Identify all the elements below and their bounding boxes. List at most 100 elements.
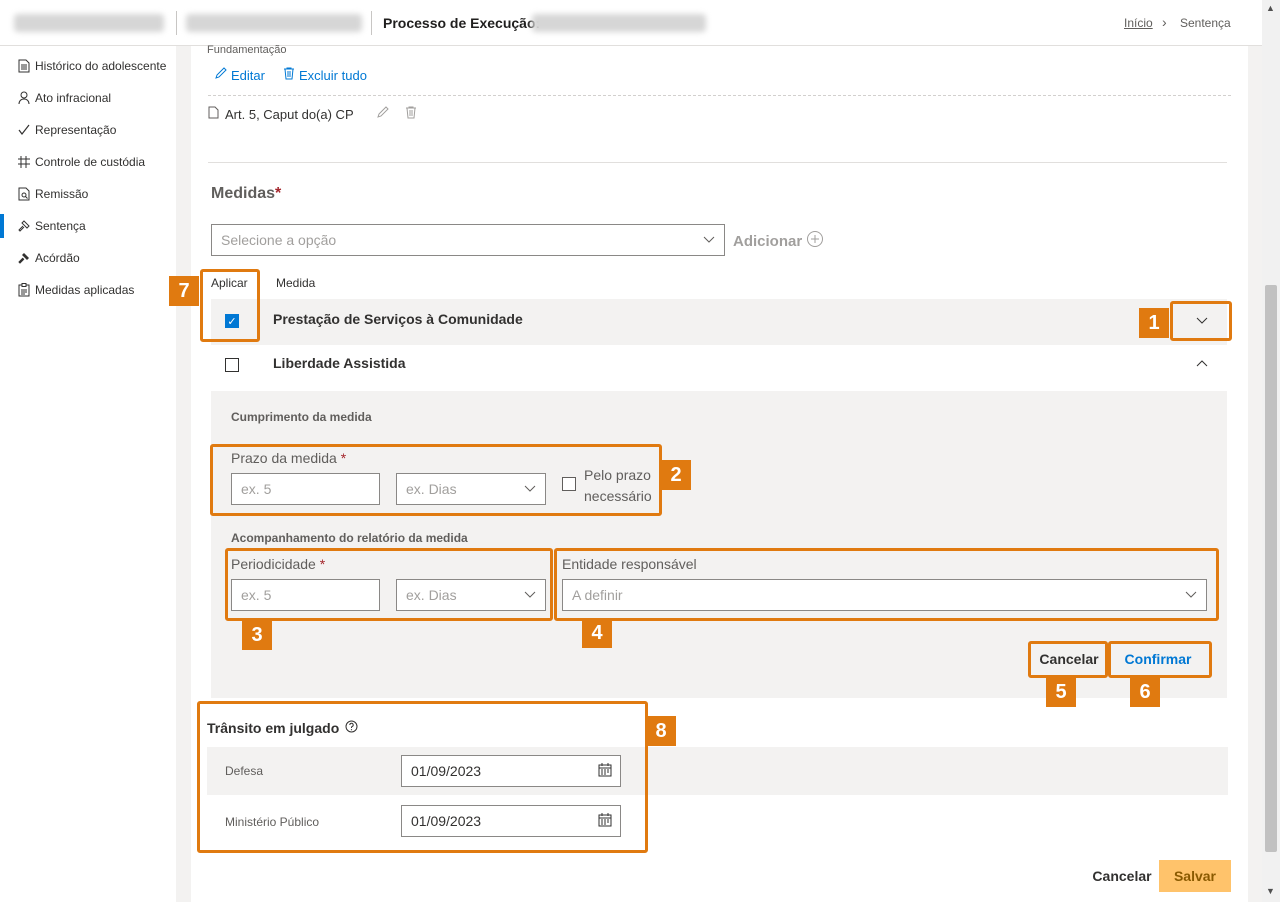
sidebar-item-label: Histórico do adolescente (35, 59, 167, 73)
sidebar-item-remissao[interactable]: Remissão (0, 178, 176, 210)
prazo-unit-select[interactable]: ex. Dias (396, 473, 546, 505)
collapse-chevron-up-icon[interactable] (1195, 357, 1209, 374)
prazo-placeholder: ex. 5 (241, 481, 272, 497)
expand-chevron-down-icon[interactable] (1195, 313, 1209, 330)
measure-row: ✓ Prestação de Serviços à Comunidade (211, 299, 1227, 345)
scroll-up-arrow-icon[interactable]: ▲ (1266, 3, 1275, 13)
measure-row-header: Liberdade Assistida (211, 345, 1227, 391)
chevron-down-icon (523, 481, 537, 498)
scrollbar[interactable]: ▲ ▼ (1262, 0, 1280, 902)
callout-badge-8: 8 (646, 716, 676, 746)
entidade-select[interactable]: A definir (562, 579, 1207, 611)
callout-badge-4: 4 (582, 618, 612, 648)
scroll-down-arrow-icon[interactable]: ▼ (1266, 886, 1275, 896)
ministerio-publico-label: Ministério Público (225, 815, 320, 829)
save-button[interactable]: Salvar (1159, 860, 1231, 892)
periodicidade-placeholder: ex. 5 (241, 587, 272, 603)
gavel-filled-icon (17, 252, 31, 265)
prazo-input[interactable]: ex. 5 (231, 473, 380, 505)
defesa-date-input[interactable]: 01/09/2023 (401, 755, 621, 787)
breadcrumb-home-link[interactable]: Início (1124, 16, 1153, 30)
sidebar-item-label: Medidas aplicadas (35, 283, 135, 297)
blurred-id (186, 14, 362, 32)
person-icon (17, 91, 31, 105)
entidade-label: Entidade responsável (562, 556, 697, 572)
blurred-name (14, 14, 164, 32)
chevron-down-icon (523, 587, 537, 604)
periodicidade-input[interactable]: ex. 5 (231, 579, 380, 611)
periodicidade-unit-select[interactable]: ex. Dias (396, 579, 546, 611)
measure-label: Liberdade Assistida (273, 355, 406, 371)
sidebar-item-controle-custodia[interactable]: Controle de custódia (0, 146, 176, 178)
check-icon (17, 124, 31, 136)
breadcrumb-current: Sentença (1180, 16, 1231, 30)
delete-all-label: Excluir tudo (299, 67, 367, 83)
medidas-select-placeholder: Selecione a opção (221, 232, 337, 248)
entidade-placeholder: A definir (572, 587, 623, 603)
pelo-prazo-checkbox[interactable] (562, 477, 576, 491)
sidebar-item-label: Ato infracional (35, 91, 112, 105)
sidebar-item-ato-infracional[interactable]: Ato infracional (0, 82, 176, 114)
help-icon[interactable] (345, 720, 358, 736)
cancel-measure-button[interactable]: Cancelar (1031, 644, 1107, 674)
delete-all-link[interactable]: Excluir tudo (283, 67, 367, 83)
callout-badge-2: 2 (661, 460, 691, 490)
sidebar-item-label: Controle de custódia (35, 155, 146, 169)
blurred-process-number (532, 14, 706, 32)
divider (208, 95, 1231, 96)
column-header-measure: Medida (276, 276, 316, 290)
scrollbar-thumb[interactable] (1265, 285, 1277, 852)
measure-row-expanded: Liberdade Assistida Cumprimento da medid… (211, 345, 1227, 698)
calendar-icon[interactable] (598, 763, 612, 780)
callout-badge-1: 1 (1139, 308, 1169, 338)
chevron-down-icon (702, 232, 716, 249)
sidebar-item-label: Remissão (35, 187, 89, 201)
sidebar-item-label: Acórdão (35, 251, 80, 265)
cancel-button[interactable]: Cancelar (1089, 860, 1155, 892)
chevron-down-icon (1184, 587, 1198, 604)
sidebar-item-sentenca[interactable]: Sentença (0, 210, 176, 242)
periodicidade-label: Periodicidade * (231, 556, 326, 572)
sidebar-item-representacao[interactable]: Representação (0, 114, 176, 146)
confirm-measure-button[interactable]: Confirmar (1114, 644, 1202, 674)
defesa-label: Defesa (225, 764, 264, 778)
medidas-select[interactable]: Selecione a opção (211, 224, 725, 256)
measure-label: Prestação de Serviços à Comunidade (273, 311, 523, 327)
sidebar-item-medidas-aplicadas[interactable]: Medidas aplicadas (0, 274, 176, 306)
edit-label: Editar (231, 67, 265, 83)
add-measure-button[interactable]: Adicionar (733, 230, 824, 252)
transito-row-defesa: Defesa 01/09/2023 (207, 747, 1228, 795)
sidebar-item-label: Sentença (35, 219, 86, 233)
callout-badge-5: 5 (1046, 677, 1076, 707)
right-gutter (1248, 46, 1262, 902)
edit-item-pencil-icon[interactable] (376, 106, 389, 122)
fundamentacao-item: Art. 5, Caput do(a) CP (208, 106, 417, 122)
medidas-title: Medidas* (211, 185, 282, 202)
ministerio-publico-date-value: 01/09/2023 (411, 813, 482, 829)
ministerio-publico-date-input[interactable]: 01/09/2023 (401, 805, 621, 837)
delete-item-trash-icon[interactable] (405, 106, 417, 122)
chevron-right-icon: › (1162, 14, 1167, 30)
process-label: Processo de Execução: (383, 15, 541, 31)
prazo-label: Prazo da medida * (231, 450, 347, 466)
edit-link[interactable]: Editar (214, 67, 265, 83)
column-header-apply: Aplicar (211, 276, 248, 290)
add-label: Adicionar (733, 232, 803, 250)
periodicidade-unit-placeholder: ex. Dias (406, 587, 457, 603)
cumprimento-label: Cumprimento da medida (231, 410, 372, 424)
top-bar: Processo de Execução: Início › Sentença (0, 0, 1262, 46)
sidebar-item-label: Representação (35, 123, 117, 137)
sidebar-item-acordao[interactable]: Acórdão (0, 242, 176, 274)
transito-row-mp: Ministério Público 01/09/2023 (207, 795, 1228, 845)
fundamentacao-item-label: Art. 5, Caput do(a) CP (225, 106, 354, 122)
divider (208, 162, 1227, 163)
fundamentacao-label: Fundamentação (207, 44, 287, 56)
separator (176, 11, 177, 35)
gavel-icon (17, 219, 31, 233)
calendar-icon[interactable] (598, 813, 612, 830)
sidebar-item-historico[interactable]: Histórico do adolescente (0, 50, 176, 82)
document-icon (208, 106, 219, 122)
apply-checkbox-checked[interactable]: ✓ (225, 314, 239, 328)
apply-checkbox-unchecked[interactable] (225, 358, 239, 372)
defesa-date-value: 01/09/2023 (411, 763, 482, 779)
